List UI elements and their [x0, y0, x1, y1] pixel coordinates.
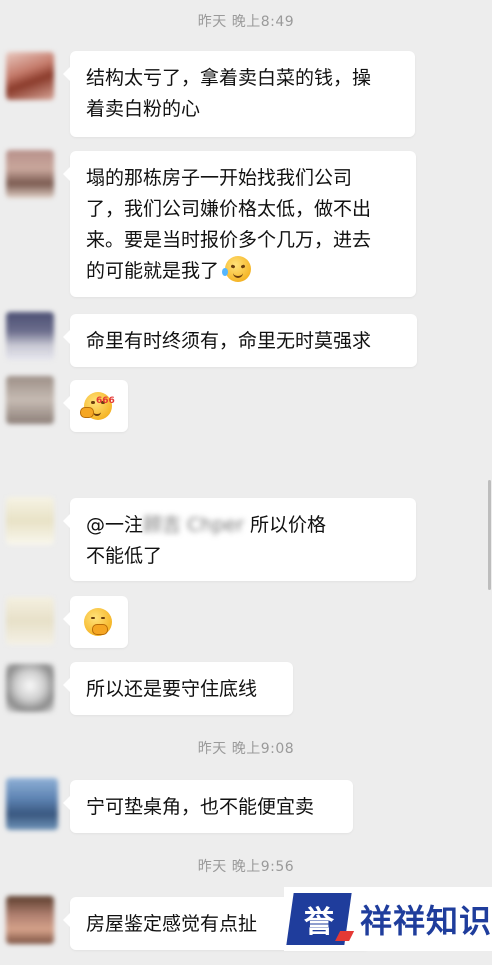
- message-text: 的可能就是我了: [86, 260, 220, 282]
- avatar[interactable]: [6, 52, 54, 100]
- avatar[interactable]: [6, 597, 54, 645]
- message-text: 了，我们公司嫌价格太低，做不出: [86, 198, 372, 220]
- message-bubble[interactable]: 宁可垫桌角，也不能便宜卖: [63, 780, 353, 833]
- message-text: 宁可垫桌角，也不能便宜卖: [86, 796, 315, 818]
- message-text: 结构太亏了，拿着卖白菜的钱，操: [86, 67, 372, 89]
- message-bubble[interactable]: 命里有时终须有，命里无时莫强求: [63, 314, 417, 367]
- watermark-text: 祥祥知识: [360, 902, 492, 940]
- mention-prefix: @一注: [86, 514, 144, 536]
- message-text: 命里有时终须有，命里无时莫强求: [86, 330, 372, 352]
- mention-blurred-name-end: per: [212, 514, 244, 536]
- message-bubble[interactable]: [63, 596, 128, 648]
- scrollbar[interactable]: [488, 480, 491, 590]
- avatar[interactable]: [6, 150, 54, 198]
- mention-blurred-name: 顾吉 Ch: [143, 514, 213, 536]
- avatar[interactable]: [6, 497, 54, 545]
- message-text: 所以还是要守住底线: [86, 678, 258, 700]
- timestamp: 昨天 晚上9:56: [197, 859, 295, 875]
- message-bubble[interactable]: 666: [63, 380, 128, 432]
- message-bubble[interactable]: @一注顾吉 Chper 所以价格 不能低了: [63, 498, 416, 581]
- avatar[interactable]: [6, 664, 54, 712]
- watermark: 誉 祥祥知识: [284, 887, 492, 951]
- laugh-cry-emoji: [222, 256, 252, 282]
- avatar[interactable]: [6, 312, 54, 360]
- message-text: 塌的那栋房子一开始找我们公司: [86, 167, 353, 189]
- avatar[interactable]: [6, 778, 58, 830]
- watermark-logo-char: 誉: [304, 905, 334, 940]
- timestamp: 昨天 晚上8:49: [197, 14, 295, 30]
- timestamp: 昨天 晚上9:08: [197, 741, 295, 757]
- message-text: 来。要是当时报价多个几万，进去: [86, 229, 372, 251]
- watermark-logo: 誉: [286, 893, 352, 945]
- message-bubble[interactable]: 塌的那栋房子一开始找我们公司 了，我们公司嫌价格太低，做不出 来。要是当时报价多…: [63, 151, 416, 297]
- message-text: 所以价格: [243, 514, 326, 536]
- shy-emoji: [84, 608, 112, 636]
- message-text: 着卖白粉的心: [86, 98, 201, 120]
- 666-emoji: 666: [80, 392, 115, 420]
- message-bubble[interactable]: 结构太亏了，拿着卖白菜的钱，操 着卖白粉的心: [63, 51, 415, 137]
- avatar[interactable]: [6, 376, 54, 424]
- message-text: 不能低了: [86, 545, 163, 567]
- message-bubble[interactable]: 所以还是要守住底线: [63, 662, 293, 715]
- avatar[interactable]: [6, 896, 54, 944]
